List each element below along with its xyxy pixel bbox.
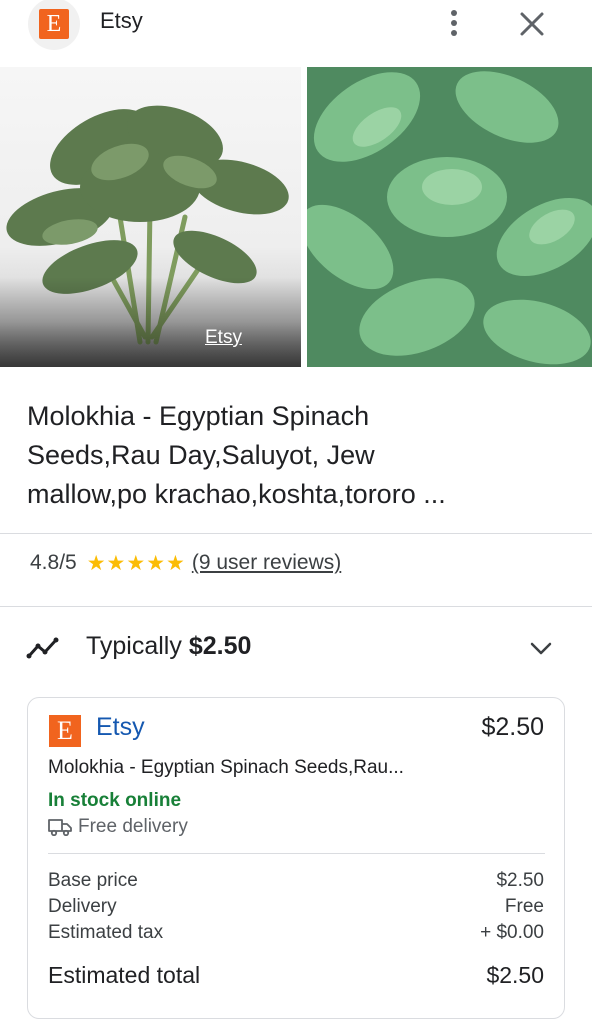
- rating-value: 4.8/5: [30, 551, 77, 574]
- product-image-bunch[interactable]: [0, 67, 301, 367]
- typical-price-value: $2.50: [188, 632, 252, 660]
- chevron-down-icon[interactable]: [527, 636, 555, 660]
- star-rating-icon: ★★★★★: [86, 551, 186, 575]
- reviews-link[interactable]: (9 user reviews): [192, 551, 341, 575]
- product-title-line: Seeds,Rau Day,Saluyot, Jew: [27, 440, 375, 470]
- base-price-value: $2.50: [496, 870, 544, 891]
- divider: [0, 606, 592, 607]
- image-source-label[interactable]: Etsy: [205, 327, 242, 349]
- total-value: $2.50: [486, 962, 544, 988]
- offer-seller-link[interactable]: Etsy: [96, 713, 145, 742]
- card-divider: [48, 853, 545, 854]
- seller-avatar[interactable]: E: [28, 0, 80, 50]
- price-trend-icon: [26, 637, 59, 659]
- etsy-logo-icon: E: [49, 715, 81, 747]
- offer-card[interactable]: E Etsy $2.50 Molokhia - Egyptian Spinach…: [27, 697, 565, 1019]
- offer-description: Molokhia - Egyptian Spinach Seeds,Rau...: [48, 757, 404, 778]
- offer-price: $2.50: [481, 713, 544, 741]
- image-shadow-overlay: [0, 277, 301, 367]
- tax-label: Estimated tax: [48, 922, 164, 943]
- delivery-value: Free: [504, 896, 544, 917]
- product-title-line: mallow,po krachao,koshta,tororo ...: [27, 479, 446, 509]
- more-options-icon[interactable]: [442, 6, 466, 40]
- base-price-label: Base price: [48, 870, 138, 891]
- divider: [0, 533, 592, 534]
- plant-leaves-illustration: [307, 67, 592, 367]
- stock-status: In stock online: [48, 790, 182, 811]
- typical-price[interactable]: Typically $2.50: [86, 632, 251, 661]
- delivery-label: Delivery: [48, 896, 117, 917]
- product-image-plants[interactable]: [307, 67, 592, 367]
- page-title: Etsy: [100, 8, 143, 33]
- product-title-line: Molokhia - Egyptian Spinach: [27, 401, 370, 431]
- close-icon[interactable]: [516, 8, 548, 40]
- delivery-truck-icon: [48, 819, 72, 836]
- etsy-logo-icon: E: [39, 9, 69, 39]
- total-label: Estimated total: [48, 962, 201, 988]
- delivery-info: Free delivery: [78, 816, 188, 837]
- rating-row: 4.8/5 ★★★★★ (9 user reviews): [30, 548, 341, 578]
- product-title: Molokhia - Egyptian Spinach Seeds,Rau Da…: [27, 397, 572, 514]
- typical-price-prefix: Typically: [86, 632, 189, 660]
- tax-value: + $0.00: [480, 922, 544, 943]
- top-bar: E Etsy: [0, 0, 592, 56]
